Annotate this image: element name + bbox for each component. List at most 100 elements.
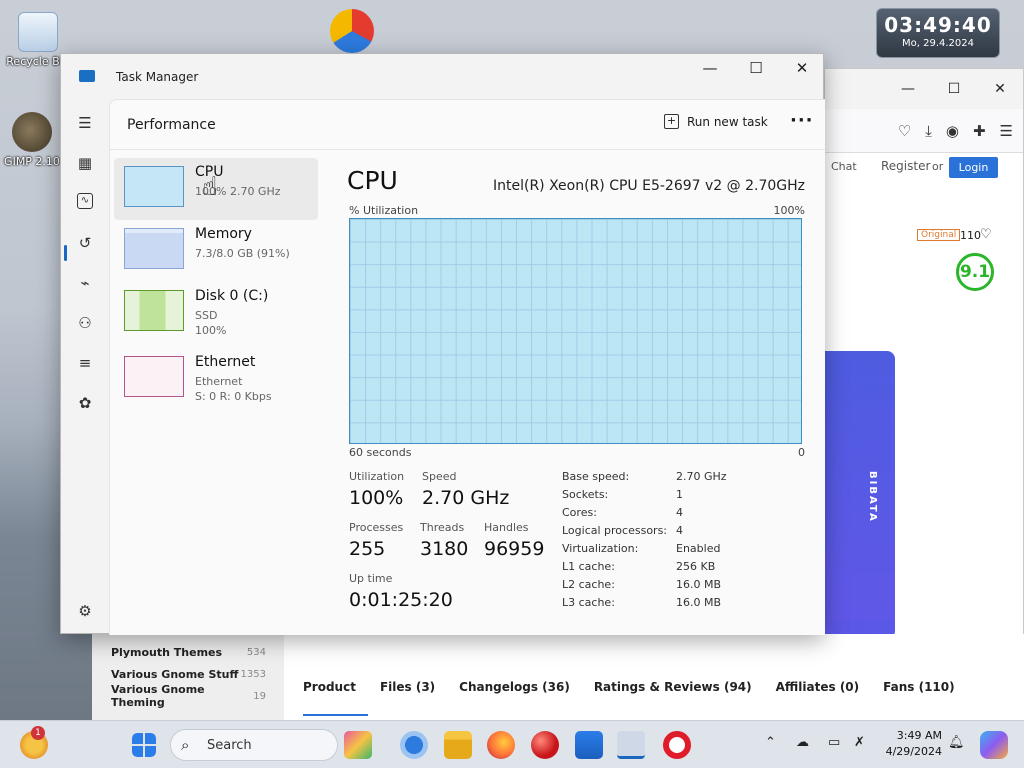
resource-ethernet[interactable]: Ethernet Ethernet S: 0 R: 0 Kbps: [114, 348, 318, 410]
tab-files[interactable]: Files (3): [368, 680, 447, 716]
login-button[interactable]: Login: [949, 157, 998, 178]
memory-thumbnail-graph: [124, 228, 184, 269]
detail-key: L2 cache:: [562, 578, 615, 591]
hamburger-menu-icon[interactable]: ☰: [75, 113, 95, 133]
processes-label: Processes: [349, 521, 404, 534]
bibata-banner[interactable]: BIBATA: [825, 351, 895, 639]
threads-value: 3180: [420, 538, 469, 560]
tab-ratings[interactable]: Ratings & Reviews (94): [582, 680, 764, 716]
task-manager-taskbar-icon[interactable]: [617, 731, 645, 759]
widgets-icon[interactable]: [344, 731, 372, 759]
chevron-up-icon[interactable]: ⌃: [765, 735, 776, 750]
users-icon[interactable]: ⚇: [75, 313, 95, 333]
resource-cpu[interactable]: CPU 100% 2.70 GHz ☝: [114, 158, 318, 220]
download-icon[interactable]: ⤓: [925, 122, 932, 140]
register-link[interactable]: Register: [881, 159, 930, 173]
clock-time: 03:49:40: [884, 13, 992, 37]
category-item[interactable]: Plymouth Themes 534: [92, 641, 284, 663]
services-icon[interactable]: ✿: [75, 393, 95, 413]
firefox-icon[interactable]: [487, 731, 515, 759]
utilization-label: Utilization: [349, 470, 405, 483]
processes-icon[interactable]: ▦: [75, 153, 95, 173]
minimize-button[interactable]: —: [687, 54, 733, 84]
app-shortcut-icon[interactable]: [330, 9, 374, 53]
cpu-utilization-graph: [349, 218, 802, 444]
resource-title: Disk 0 (C:): [195, 288, 269, 304]
details-icon[interactable]: ≡: [75, 353, 95, 373]
tab-affiliates[interactable]: Affiliates (0): [764, 680, 872, 716]
maximize-button[interactable]: ☐: [733, 54, 779, 84]
taskbar-clock[interactable]: 3:49 AM 4/29/2024: [884, 728, 942, 760]
task-manager-app-icon: [79, 70, 95, 82]
minimize-icon[interactable]: —: [885, 81, 931, 97]
product-tabs: Product Files (3) Changelogs (36) Rating…: [303, 680, 967, 716]
resource-sub: 7.3/8.0 GB (91%): [195, 247, 290, 260]
browser-toolbar: ♡ ⤓ ◉ ✚ ☰: [825, 109, 1023, 153]
category-item[interactable]: Various Gnome Stuff 1353: [92, 663, 284, 685]
resource-memory[interactable]: Memory 7.3/8.0 GB (91%): [114, 220, 318, 282]
app-history-icon[interactable]: ↺: [75, 233, 95, 253]
category-list: Plymouth Themes 534 Various Gnome Stuff 13…: [92, 634, 284, 720]
page-title: Performance: [127, 117, 216, 133]
resource-sub: 100%: [195, 324, 227, 337]
run-task-icon: +: [664, 114, 679, 129]
navigation-rail: ☰ ▦ ∿ ↺ ⌁ ⚇ ≡ ✿ ⚙: [61, 99, 109, 635]
cpu-model: Intel(R) Xeon(R) CPU E5-2697 v2 @ 2.70GH…: [493, 178, 805, 194]
detail-value: 16.0 MB: [676, 578, 722, 591]
tab-changelogs[interactable]: Changelogs (36): [447, 680, 582, 716]
uptime-value: 0:01:25:20: [349, 589, 453, 611]
file-explorer-icon[interactable]: [444, 731, 472, 759]
pocket-icon[interactable]: ♡: [898, 122, 911, 140]
taskbar-search-box[interactable]: ⌕ Search: [170, 729, 338, 761]
close-button[interactable]: ✕: [779, 54, 825, 84]
handles-value: 96959: [484, 538, 545, 560]
maximize-icon[interactable]: ☐: [931, 81, 977, 97]
chat-link[interactable]: Chat: [831, 160, 857, 173]
page-header: Performance + Run new task ···: [110, 100, 825, 150]
start-windows-icon[interactable]: [132, 733, 156, 757]
run-new-task-button[interactable]: + Run new task: [664, 114, 768, 129]
volume-muted-icon[interactable]: ✗: [854, 735, 865, 750]
cpu-heading: CPU: [347, 166, 398, 195]
tab-product[interactable]: Product: [303, 680, 368, 716]
search-icon: ⌕: [181, 736, 190, 754]
menu-icon[interactable]: ☰: [1000, 122, 1013, 140]
detail-value: 16.0 MB: [676, 596, 722, 609]
hand-cursor-icon: ☝: [202, 172, 218, 202]
tab-fans[interactable]: Fans (110): [871, 680, 966, 716]
likes-count[interactable]: 110: [960, 229, 981, 242]
heart-icon[interactable]: ♡: [980, 227, 992, 242]
extensions-icon[interactable]: ✚: [973, 122, 986, 140]
display-icon[interactable]: ▭: [828, 735, 840, 750]
notification-bell-icon[interactable]: 🔔︎: [948, 735, 965, 750]
performance-icon[interactable]: ∿: [77, 193, 93, 209]
detail-value: 4: [676, 506, 683, 519]
ethernet-thumbnail-graph: [124, 356, 184, 397]
gimp-icon: [12, 112, 52, 152]
speed-label: Speed: [422, 470, 457, 483]
disk-thumbnail-graph: [124, 290, 184, 331]
desktop-clock-widget: 03:49:40 Mo, 29.4.2024: [876, 8, 1000, 58]
account-icon[interactable]: ◉: [946, 122, 959, 140]
clock-date: Mo, 29.4.2024: [902, 38, 974, 49]
close-icon[interactable]: ✕: [977, 81, 1023, 97]
network-icon[interactable]: ☁: [796, 735, 809, 750]
microsoft-store-icon[interactable]: [575, 731, 603, 759]
performance-pane: Performance + Run new task ··· CPU 100% …: [109, 99, 825, 635]
opera-icon[interactable]: [663, 731, 691, 759]
browser-app-icon[interactable]: [400, 731, 428, 759]
resource-disk[interactable]: Disk 0 (C:) SSD 100%: [114, 282, 318, 344]
resource-title: Ethernet: [195, 354, 256, 370]
taskbar: 1 ⌕ Search ⌃ ☁ ▭ ✗ 3:49 AM 4/29/2024 🔔︎: [0, 720, 1024, 768]
red-app-icon[interactable]: [531, 731, 559, 759]
more-options-icon[interactable]: ···: [790, 110, 814, 131]
settings-gear-icon[interactable]: ⚙: [75, 601, 95, 621]
category-item[interactable]: Various Gnome Theming 19: [92, 683, 284, 709]
detail-value: 2.70 GHz: [676, 470, 727, 483]
taskbar-date: 4/29/2024: [885, 745, 942, 758]
startup-apps-icon[interactable]: ⌁: [75, 273, 95, 293]
copilot-icon[interactable]: [980, 731, 1008, 759]
taskbar-time: 3:49 AM: [896, 729, 942, 742]
utilization-axis-label: % Utilization: [349, 204, 419, 217]
web-page-bottom: Plymouth Themes 534 Various Gnome Stuff 13…: [92, 634, 1024, 720]
